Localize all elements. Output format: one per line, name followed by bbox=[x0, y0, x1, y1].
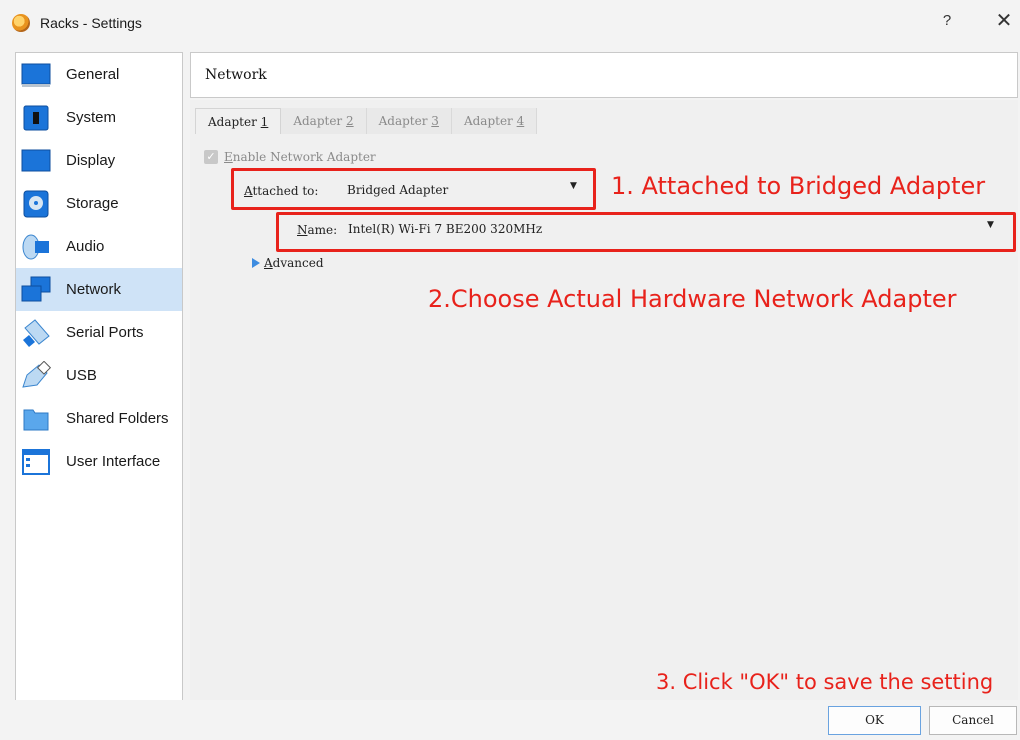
expand-arrow-icon bbox=[252, 258, 260, 268]
sidebar-item-label: User Interface bbox=[66, 453, 161, 470]
tab-adapter-4[interactable]: Adapter 4 bbox=[451, 108, 538, 134]
sidebar-item-label: Serial Ports bbox=[66, 324, 144, 341]
tab-key: 4 bbox=[516, 114, 525, 128]
tab-adapter-2[interactable]: Adapter 2 bbox=[281, 108, 367, 134]
tab-key: 3 bbox=[431, 114, 439, 128]
sidebar-item-serial-ports[interactable]: Serial Ports bbox=[16, 311, 182, 354]
tab-key: 2 bbox=[345, 114, 354, 128]
tab-key: 1 bbox=[260, 115, 269, 129]
window-title: Racks - Settings bbox=[40, 15, 142, 31]
sidebar-item-network[interactable]: Network bbox=[16, 268, 182, 311]
sidebar-item-label: System bbox=[66, 109, 117, 126]
sidebar-item-audio[interactable]: Audio bbox=[16, 225, 182, 268]
sidebar-item-system[interactable]: System bbox=[16, 96, 182, 139]
enable-label-prefix: E bbox=[224, 150, 233, 164]
annotation-box-attached-to bbox=[231, 168, 596, 210]
sidebar-item-label: USB bbox=[66, 367, 97, 384]
display-monitor-icon bbox=[21, 146, 51, 176]
sidebar-item-usb[interactable]: USB bbox=[16, 354, 182, 397]
sidebar-item-label: Storage bbox=[66, 195, 119, 212]
sidebar-item-label: General bbox=[66, 66, 120, 83]
tab-adapter-1[interactable]: Adapter 1 bbox=[195, 108, 282, 134]
system-chip-icon bbox=[21, 103, 51, 133]
title-bar: Racks - Settings ? ✕ bbox=[0, 0, 1020, 46]
annotation-step-3: 3. Click "OK" to save the setting bbox=[656, 670, 994, 694]
tab-label: Adapter bbox=[463, 114, 517, 128]
annotation-box-adapter-name bbox=[276, 212, 1016, 252]
user-interface-icon bbox=[21, 447, 51, 477]
advanced-label-rest: dvanced bbox=[272, 256, 324, 270]
serial-port-icon bbox=[21, 318, 51, 348]
network-icon bbox=[21, 275, 51, 305]
cancel-button[interactable]: Cancel bbox=[929, 706, 1017, 735]
help-button[interactable]: ? bbox=[938, 12, 956, 29]
checkmark-icon: ✓ bbox=[204, 150, 218, 164]
general-monitor-icon bbox=[21, 60, 51, 90]
advanced-toggle[interactable]: Advanced bbox=[252, 256, 324, 270]
storage-disk-icon bbox=[21, 189, 51, 219]
sidebar-item-label: Display bbox=[66, 152, 116, 169]
annotation-step-1: 1. Attached to Bridged Adapter bbox=[611, 172, 986, 200]
sidebar-item-storage[interactable]: Storage bbox=[16, 182, 182, 225]
sidebar-item-label: Shared Folders bbox=[66, 410, 169, 427]
ok-button[interactable]: OK bbox=[828, 706, 921, 735]
adapter-tabs: Adapter 1 Adapter 2 Adapter 3 Adapter 4 bbox=[195, 108, 538, 134]
virtualbox-app-icon bbox=[12, 14, 30, 32]
panel-header: Network bbox=[190, 52, 1018, 98]
shared-folder-icon bbox=[21, 404, 51, 434]
sidebar-item-label: Network bbox=[66, 281, 122, 298]
close-button[interactable]: ✕ bbox=[993, 9, 1015, 33]
audio-speaker-icon bbox=[21, 232, 51, 262]
enable-network-adapter-checkbox[interactable]: ✓ Enable Network Adapter bbox=[204, 150, 376, 164]
sidebar-item-label: Audio bbox=[66, 238, 105, 255]
tab-label: Adapter bbox=[293, 114, 346, 128]
usb-plug-icon bbox=[21, 360, 52, 391]
sidebar-item-display[interactable]: Display bbox=[16, 139, 182, 182]
advanced-label-prefix: A bbox=[264, 256, 273, 270]
enable-label: nable Network Adapter bbox=[232, 150, 376, 164]
tab-label: Adapter bbox=[378, 114, 432, 128]
sidebar-item-user-interface[interactable]: User Interface bbox=[16, 440, 182, 483]
annotation-step-2: 2.Choose Actual Hardware Network Adapter bbox=[428, 285, 957, 313]
tab-adapter-3[interactable]: Adapter 3 bbox=[366, 108, 452, 134]
sidebar-item-shared-folders[interactable]: Shared Folders bbox=[16, 397, 182, 440]
sidebar-item-general[interactable]: General bbox=[16, 53, 182, 96]
settings-sidebar: General System Display Storage Audio Net… bbox=[15, 52, 183, 702]
tab-label: Adapter bbox=[208, 115, 261, 129]
page-title: Network bbox=[205, 67, 267, 83]
